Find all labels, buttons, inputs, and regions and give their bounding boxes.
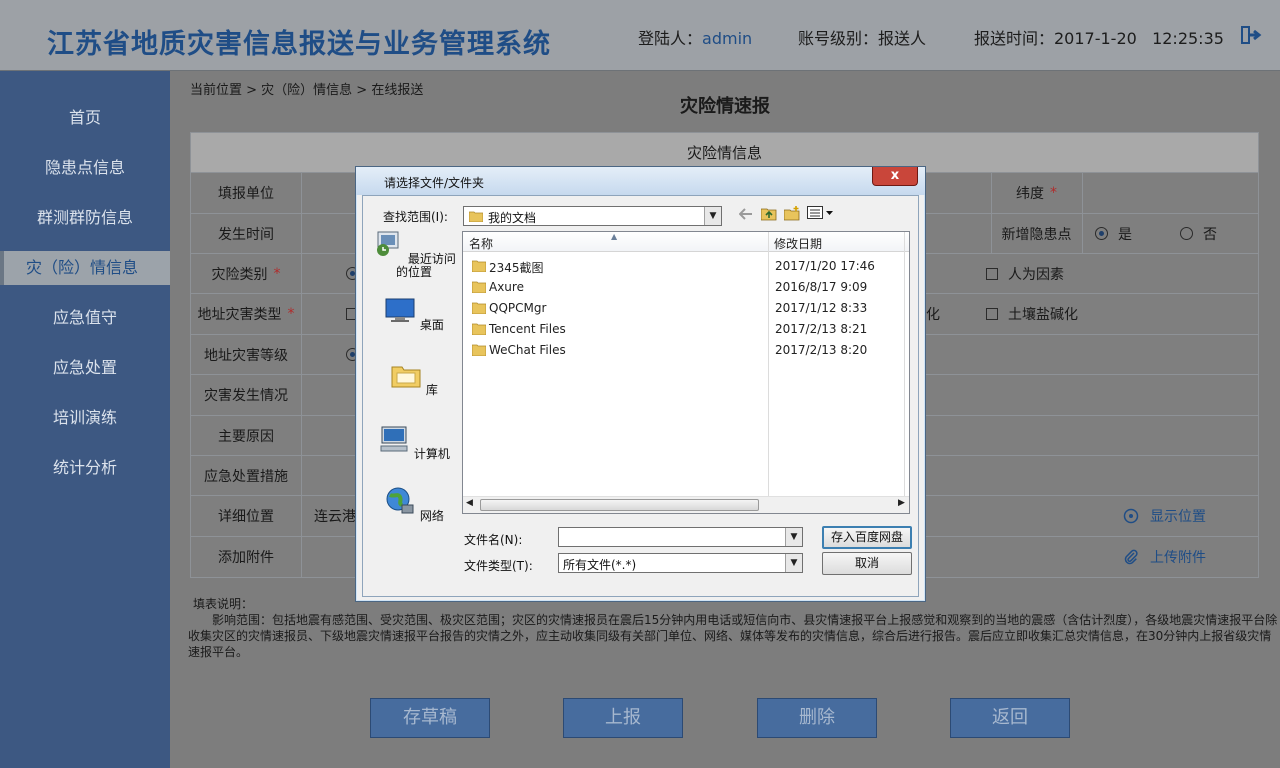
label-unit: 填报单位	[191, 173, 302, 213]
file-list-header: 名称 ▲ 修改日期	[463, 232, 909, 252]
scroll-right-icon[interactable]: ▶	[898, 498, 905, 508]
location-value[interactable]: 连云港	[314, 496, 356, 536]
label-attachment: 添加附件	[191, 537, 302, 577]
sidebar-item-hazard-points[interactable]: 隐患点信息	[0, 151, 170, 185]
lookin-label: 查找范围(I):	[383, 210, 448, 224]
label-time: 发生时间	[191, 214, 302, 253]
chevron-down-icon: ▼	[785, 554, 802, 572]
place-computer[interactable]: 计算机	[368, 423, 460, 461]
new-folder-icon[interactable]	[783, 206, 800, 225]
label-geo-type: 地址灾害类型 *	[191, 294, 302, 334]
filename-label: 文件名(N):	[464, 533, 523, 547]
paperclip-icon	[1124, 549, 1138, 565]
label-measures: 应急处置措施	[191, 456, 302, 495]
view-menu-icon[interactable]	[807, 206, 835, 224]
folder-icon	[472, 260, 486, 272]
sidebar-item-emergency-duty[interactable]: 应急值守	[0, 301, 170, 335]
label-latitude: 纬度 *	[1016, 185, 1057, 202]
label-new-point: 新增隐患点	[1001, 226, 1072, 243]
radio-yes-icon	[1095, 227, 1108, 240]
account-level: 账号级别：报送人	[798, 29, 927, 48]
checkbox-icon	[986, 308, 998, 320]
sidebar-item-mass-monitoring[interactable]: 群测群防信息	[0, 201, 170, 235]
label-location: 详细位置	[191, 496, 302, 536]
computer-icon	[380, 426, 408, 452]
dialog-titlebar[interactable]: 请选择文件/文件夹	[356, 167, 925, 195]
label-cause: 主要原因	[191, 416, 302, 455]
radio-no[interactable]: 否	[1180, 214, 1217, 253]
place-network[interactable]: 网络	[368, 485, 460, 523]
login-info: 登陆人：admin	[638, 29, 753, 48]
checkbox-icon	[986, 267, 998, 280]
filetype-select[interactable]: 所有文件(*.*) ▼	[558, 553, 803, 573]
sidebar-item-emergency-response[interactable]: 应急处置	[0, 351, 170, 385]
back-arrow-icon[interactable]	[738, 207, 753, 225]
scroll-left-icon[interactable]: ◀	[466, 498, 473, 508]
login-user: admin	[702, 29, 753, 48]
sidebar-item-training[interactable]: 培训演练	[0, 401, 170, 435]
column-name[interactable]: 名称	[469, 235, 493, 252]
app-title: 江苏省地质灾害信息报送与业务管理系统	[47, 29, 551, 60]
form-notes: 填表说明： 影响范围：包括地震有感范围、受灾范围、极灾区范围；灾区的灾情速报员在…	[188, 596, 1278, 660]
dialog-body: 查找范围(I): 我的文档 ▼ 最近访问的位置 桌面 库 计算机 网络 名称 ▲…	[362, 195, 919, 597]
file-list: 名称 ▲ 修改日期 2345截图 2017/1/20 17:46 Axure 201…	[462, 231, 910, 514]
column-date[interactable]: 修改日期	[774, 235, 822, 252]
page-title: 灾险情速报	[680, 96, 770, 117]
radio-yes[interactable]: 是	[1095, 214, 1132, 253]
sort-arrow-icon: ▲	[611, 232, 618, 241]
library-icon	[391, 366, 421, 388]
folder-icon	[472, 323, 486, 335]
label-type: 灾险类别 *	[191, 254, 302, 293]
submit-button[interactable]: 上报	[563, 698, 683, 738]
geo-type-partial-label: 化	[926, 307, 940, 323]
folder-icon	[469, 211, 483, 222]
location-target-icon	[1123, 508, 1139, 524]
sidebar-item-statistics[interactable]: 统计分析	[0, 451, 170, 485]
place-recent[interactable]: 最近访问的位置	[368, 228, 460, 279]
logout-icon[interactable]	[1240, 24, 1262, 46]
place-desktop[interactable]: 桌面	[368, 294, 460, 332]
close-icon[interactable]: x	[872, 167, 918, 186]
up-folder-icon[interactable]	[760, 206, 777, 225]
back-button[interactable]: 返回	[950, 698, 1070, 738]
radio-no-icon	[1180, 227, 1193, 240]
file-row[interactable]: QQPCMgr 2017/1/12 8:33	[463, 298, 909, 319]
filename-input[interactable]: ▼	[558, 527, 803, 547]
save-draft-button[interactable]: 存草稿	[370, 698, 490, 738]
network-icon	[386, 487, 414, 514]
lookin-select[interactable]: 我的文档 ▼	[463, 206, 722, 226]
folder-icon	[472, 344, 486, 356]
checkbox-salinization[interactable]: 土壤盐碱化	[986, 294, 1078, 334]
chevron-down-icon: ▼	[785, 528, 802, 546]
places-bar: 最近访问的位置 桌面 库 计算机 网络	[368, 228, 460, 588]
file-row[interactable]: 2345截图 2017/1/20 17:46	[463, 256, 909, 277]
folder-icon	[472, 302, 486, 314]
app-header: 江苏省地质灾害信息报送与业务管理系统 登陆人：admin 账号级别：报送人 报送…	[0, 0, 1280, 71]
dialog-title: 请选择文件/文件夹	[384, 176, 485, 190]
desktop-icon	[385, 298, 415, 322]
file-row[interactable]: WeChat Files 2017/2/13 8:20	[463, 340, 909, 361]
filetype-label: 文件类型(T):	[464, 559, 533, 573]
label-situation: 灾害发生情况	[191, 375, 302, 415]
delete-button[interactable]: 删除	[757, 698, 877, 738]
place-library[interactable]: 库	[368, 359, 460, 397]
horizontal-scrollbar[interactable]: ◀ ▶	[463, 496, 909, 513]
chevron-down-icon: ▼	[704, 207, 721, 225]
upload-attachment-link[interactable]: 上传附件	[1123, 537, 1206, 577]
label-level: 地址灾害等级	[191, 335, 302, 374]
show-location-link[interactable]: 显示位置	[1123, 496, 1206, 536]
checkbox-human-factor[interactable]: 人为因素	[986, 254, 1064, 293]
file-row[interactable]: Tencent Files 2017/2/13 8:21	[463, 319, 909, 340]
notes-body: 影响范围：包括地震有感范围、受灾范围、极灾区范围；灾区的灾情速报员在震后15分钟…	[188, 613, 1278, 659]
scroll-thumb[interactable]	[480, 499, 759, 511]
file-row[interactable]: Axure 2016/8/17 9:09	[463, 277, 909, 298]
sidebar: 首页 隐患点信息 群测群防信息 灾（险）情信息 应急值守 应急处置 培训演练 统…	[0, 71, 170, 768]
report-time: 报送时间：2017-1-20 12:25:35	[974, 29, 1224, 48]
file-dialog: 请选择文件/文件夹 x 查找范围(I): 我的文档 ▼ 最近访问的位置 桌面 库…	[355, 166, 926, 602]
cancel-button[interactable]: 取消	[822, 552, 912, 575]
recent-places-icon	[377, 231, 399, 256]
sidebar-item-disaster-info[interactable]: 灾（险）情信息	[0, 251, 170, 285]
save-to-baidu-button[interactable]: 存入百度网盘	[822, 526, 912, 549]
folder-icon	[472, 281, 486, 293]
